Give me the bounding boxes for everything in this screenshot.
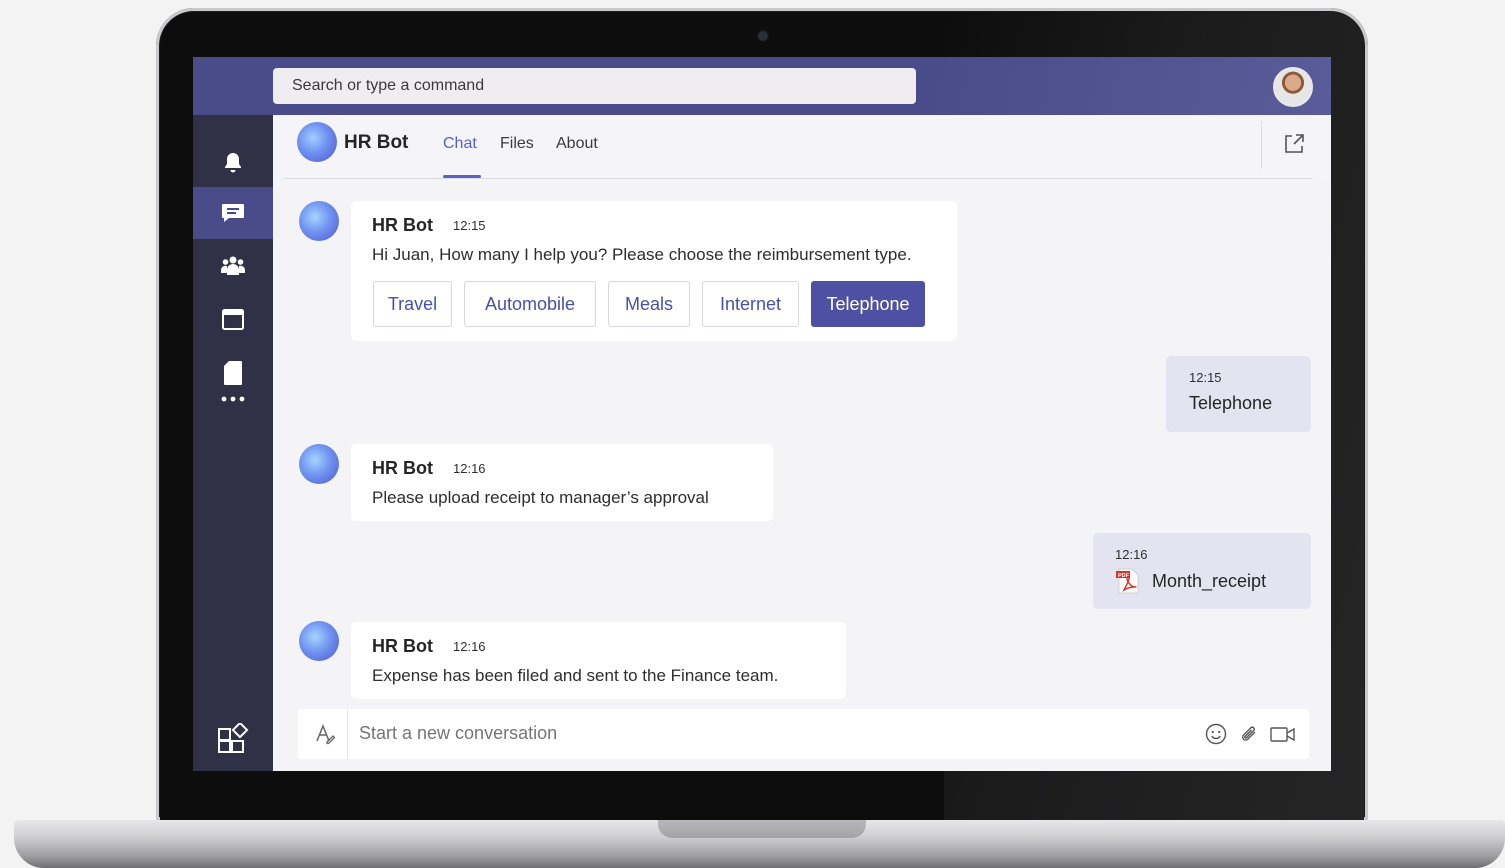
my-message: 12:15 Telephone [1166, 356, 1311, 432]
message-time: 12:16 [453, 639, 486, 654]
search-box[interactable]: Search or type a command [273, 68, 916, 104]
compose-input[interactable] [359, 723, 1179, 744]
top-bar: Search or type a command [193, 57, 1331, 115]
choice-automobile-button[interactable]: Automobile [464, 281, 596, 327]
chat-icon [222, 204, 244, 222]
video-call-icon[interactable] [1270, 723, 1296, 745]
attach-icon[interactable] [1238, 723, 1260, 745]
bot-message: HR Bot 12:16 Expense has been filed and … [351, 622, 846, 699]
calendar-icon [222, 309, 244, 330]
bot-avatar [299, 621, 339, 661]
bot-message: HR Bot 12:16 Please upload receipt to ma… [351, 444, 773, 521]
my-attachment-message: 12:16 PDF Month_receipt [1093, 533, 1311, 609]
choice-telephone-button[interactable]: Telephone [811, 281, 925, 327]
message-sender: HR Bot [372, 636, 433, 656]
app-rail [193, 115, 273, 771]
message-text: Hi Juan, How many I help you? Please cho… [372, 245, 912, 264]
message-sender: HR Bot [372, 458, 433, 478]
attachment-name[interactable]: Month_receipt [1152, 571, 1266, 592]
user-avatar[interactable] [1273, 67, 1313, 107]
rail-item-teams[interactable] [193, 240, 273, 292]
popout-icon[interactable] [1283, 133, 1305, 155]
app-window: Search or type a command HR Bot Chat Fil… [193, 57, 1331, 771]
search-placeholder: Search or type a command [292, 77, 485, 94]
header-separator [283, 178, 1313, 179]
chat-pane: HR Bot Chat Files About HR Bot 12:15 Hi … [273, 115, 1331, 771]
apps-icon [218, 723, 249, 753]
pdf-icon[interactable]: PDF [1115, 568, 1141, 594]
choice-travel-button[interactable]: Travel [373, 281, 452, 327]
rail-item-more[interactable] [193, 383, 273, 415]
tab-chat[interactable]: Chat [443, 135, 477, 153]
laptop-notch [658, 820, 866, 838]
message-time: 12:16 [453, 461, 486, 476]
choice-internet-button[interactable]: Internet [702, 281, 799, 327]
bot-avatar [299, 444, 339, 484]
rail-item-apps[interactable] [193, 713, 273, 765]
message-time: 12:15 [453, 218, 486, 233]
tab-about[interactable]: About [556, 135, 598, 153]
message-composer [298, 709, 1309, 759]
bot-message: HR Bot 12:15 Hi Juan, How many I help yo… [351, 201, 957, 341]
message-text: Telephone [1189, 393, 1273, 413]
composer-divider [347, 709, 348, 759]
message-time: 12:15 [1189, 370, 1222, 385]
rail-item-activity[interactable] [193, 137, 273, 189]
emoji-icon[interactable] [1205, 723, 1227, 745]
chat-title: HR Bot [344, 132, 409, 153]
more-icon [221, 396, 245, 402]
tab-files[interactable]: Files [500, 135, 534, 153]
bot-avatar [299, 201, 339, 241]
choice-meals-button[interactable]: Meals [608, 281, 690, 327]
rail-item-chat[interactable] [193, 187, 273, 239]
message-text: Expense has been filed and sent to the F… [372, 666, 779, 685]
rail-item-calendar[interactable] [193, 293, 273, 345]
teams-icon [221, 256, 245, 275]
header-divider [1261, 121, 1262, 169]
format-icon[interactable] [314, 723, 336, 745]
rail-item-help[interactable] [193, 765, 273, 771]
bell-icon [225, 153, 241, 173]
webcam [758, 31, 768, 41]
bot-avatar [297, 122, 337, 162]
chat-header: HR Bot Chat Files About [273, 115, 1331, 179]
top-bar-gradient [931, 57, 1331, 115]
message-time: 12:16 [1115, 547, 1148, 562]
message-text: Please upload receipt to manager’s appro… [372, 488, 709, 507]
message-sender: HR Bot [372, 215, 433, 235]
